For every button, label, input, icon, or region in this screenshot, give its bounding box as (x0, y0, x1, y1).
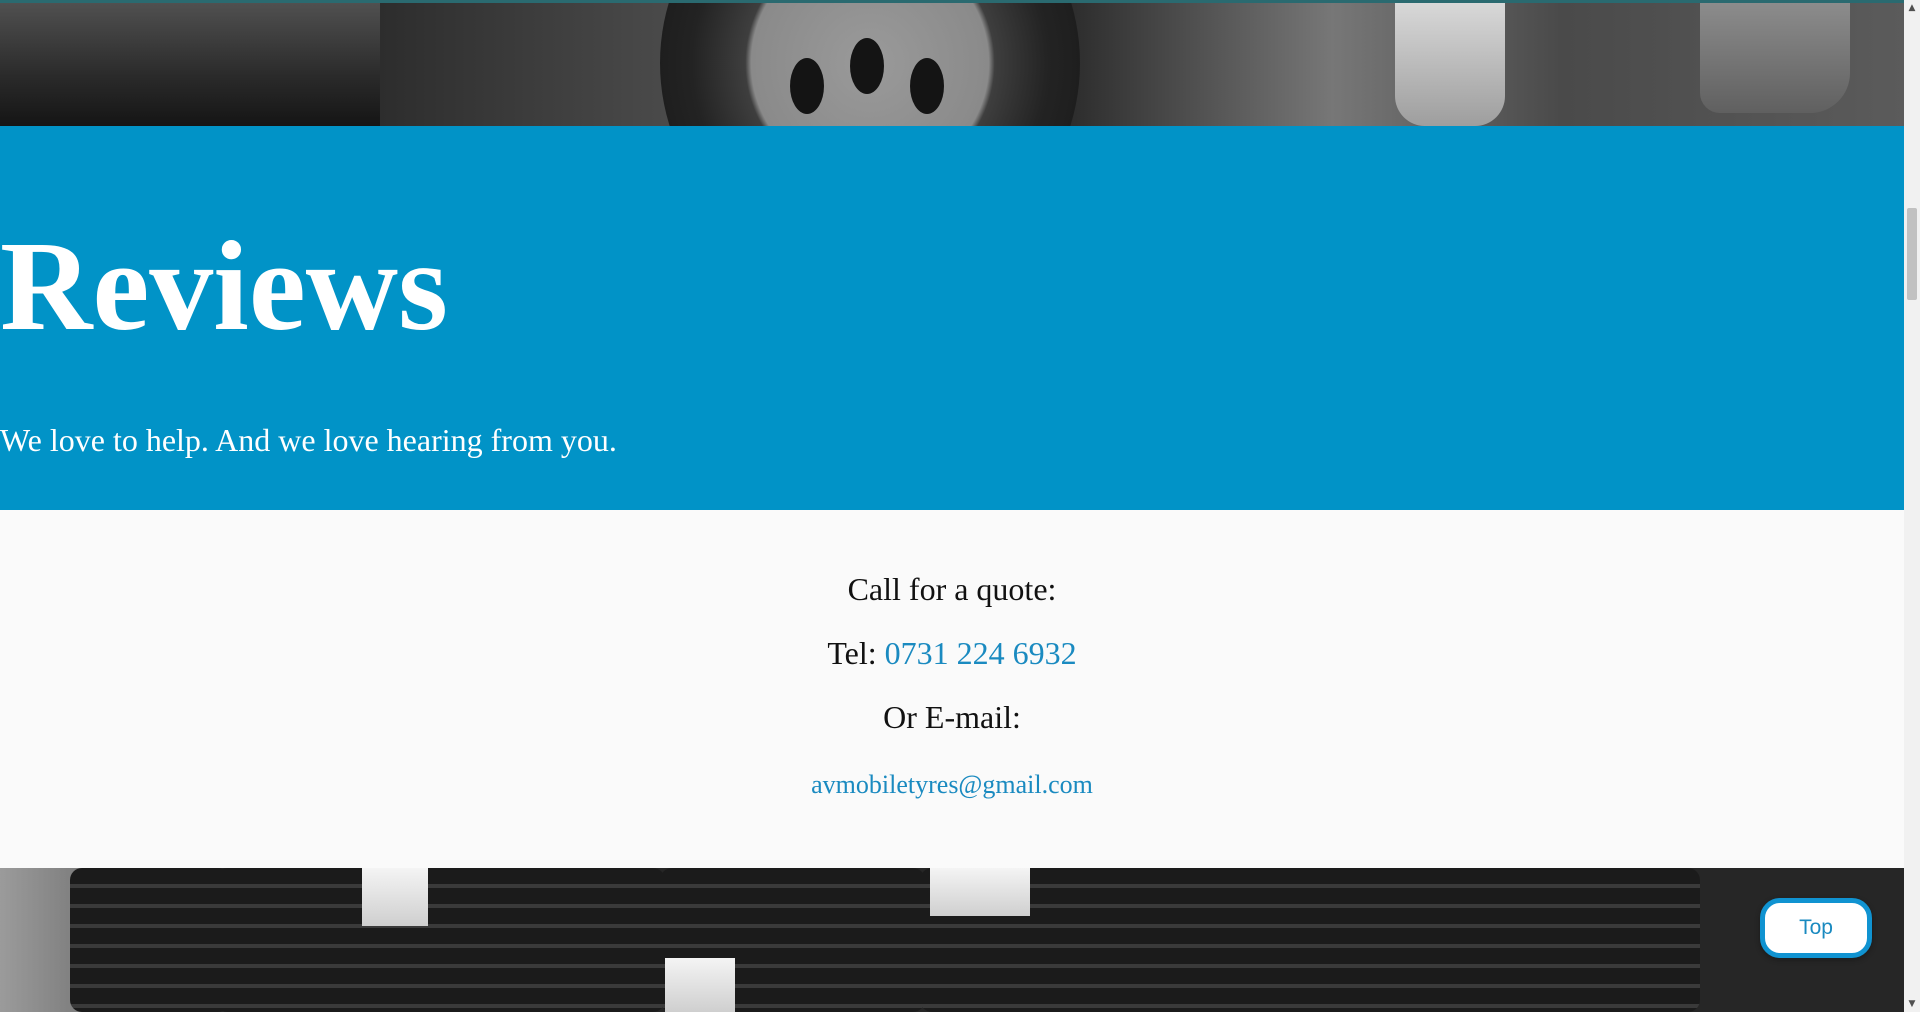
tyre-stack-image (70, 868, 230, 1012)
email-label: Or E-mail: (883, 699, 1021, 735)
tyre-stack-image (920, 868, 1700, 1012)
mechanic-hand-image (1700, 3, 1850, 113)
car-body-image (0, 3, 380, 126)
mechanic-arm-image (1395, 3, 1505, 126)
telephone-link[interactable]: 0731 224 6932 (885, 635, 1077, 671)
tyre-label-sticker (930, 868, 1030, 916)
telephone-line: Tel: 0731 224 6932 (0, 637, 1904, 669)
tel-label: Tel: (827, 635, 877, 671)
wheel-photo (0, 3, 1904, 126)
tyre-label-sticker (362, 868, 428, 926)
call-for-quote-label: Call for a quote: (847, 571, 1057, 607)
scroll-up-arrow-icon[interactable]: ▲ (1904, 0, 1920, 16)
email-link[interactable]: avmobiletyres@gmail.com (811, 770, 1093, 799)
scroll-thumb[interactable] (1907, 208, 1917, 300)
back-to-top-button[interactable]: Top (1760, 898, 1872, 958)
reviews-subheading: We love to help. And we love hearing fro… (0, 422, 617, 458)
page-scrollbar[interactable]: ▲ ▼ (1904, 0, 1920, 1012)
email-line: avmobiletyres@gmail.com (0, 772, 1904, 798)
reviews-heading: Reviews (0, 215, 448, 357)
tyre-label-sticker (665, 958, 735, 1012)
wheel-rim-image (660, 3, 1080, 126)
contact-section: Call for a quote: Tel: 0731 224 6932 Or … (0, 510, 1904, 868)
scroll-down-arrow-icon[interactable]: ▼ (1904, 996, 1920, 1012)
tyres-photo (0, 868, 1904, 1012)
